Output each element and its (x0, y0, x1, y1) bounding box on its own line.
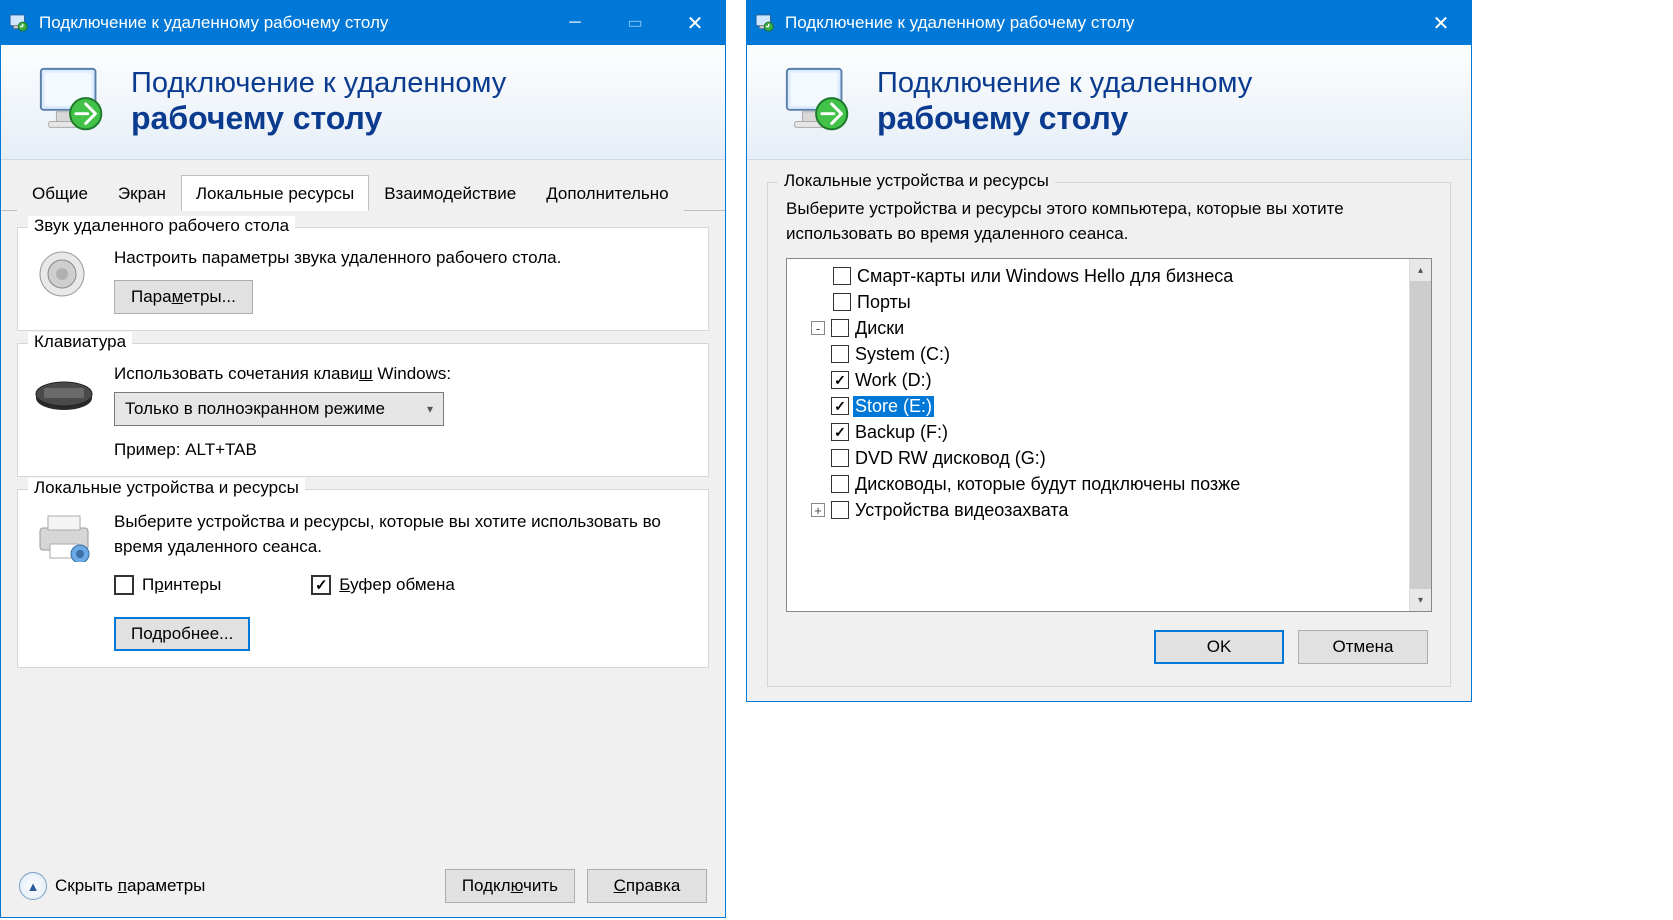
tree-item-label[interactable]: Устройства видеозахвата (853, 500, 1070, 521)
keyboard-combo-dropdown[interactable]: Только в полноэкранном режиме ▾ (114, 392, 444, 426)
printers-checkbox[interactable]: Принтеры (114, 575, 221, 595)
scroll-down-icon[interactable]: ▾ (1410, 589, 1431, 611)
minimize-button[interactable]: ─ (545, 1, 605, 45)
footer: ▲ Скрыть параметры Подключить Справка (1, 855, 725, 917)
tree-item[interactable]: ✓Work (D:) (793, 367, 1403, 393)
checkbox-icon[interactable] (831, 449, 849, 467)
tab-advanced[interactable]: Дополнительно (531, 175, 683, 211)
group-local-devices: Локальные устройства и ресурсы Выберите … (17, 489, 709, 668)
checkbox-icon[interactable]: ✓ (831, 423, 849, 441)
scroll-thumb[interactable] (1410, 281, 1431, 589)
title-text: Подключение к удаленному рабочему столу (39, 13, 545, 33)
keyboard-desc: Использовать сочетания клавиш Windows: (114, 364, 694, 384)
rdp-icon (35, 63, 113, 141)
keyboard-example: Пример: ALT+TAB (114, 440, 694, 460)
checkbox-icon (114, 575, 134, 595)
scroll-up-icon[interactable]: ▴ (1410, 259, 1431, 281)
checkbox-icon[interactable]: ✓ (831, 371, 849, 389)
checkbox-icon[interactable] (833, 267, 851, 285)
tree-item[interactable]: Дисководы, которые будут подключены позж… (793, 471, 1403, 497)
speaker-icon (32, 248, 96, 300)
checkbox-icon[interactable]: ✓ (831, 397, 849, 415)
rdp-devices-dialog: Подключение к удаленному рабочему столу … (746, 0, 1472, 702)
collapse-toggle-icon[interactable]: ▲ (19, 872, 47, 900)
tree-item[interactable]: + Устройства видеозахвата (793, 497, 1403, 523)
group-keyboard: Клавиатура Использовать сочетания клавиш… (17, 343, 709, 477)
dialog-body: Локальные устройства и ресурсы Выберите … (747, 160, 1471, 701)
rdp-main-window: Подключение к удаленному рабочему столу … (0, 0, 726, 918)
audio-desc: Настроить параметры звука удаленного раб… (114, 248, 694, 268)
app-icon (9, 14, 31, 32)
tree-item[interactable]: ✓Store (E:) (793, 393, 1403, 419)
banner-text: Подключение к удаленному рабочему столу (131, 67, 506, 137)
more-devices-button[interactable]: Подробнее... (114, 617, 250, 651)
tab-local-resources[interactable]: Локальные ресурсы (181, 175, 369, 211)
maximize-button[interactable]: ▭ (605, 1, 665, 45)
keyboard-icon (32, 364, 96, 416)
group-audio: Звук удаленного рабочего стола Настроить… (17, 227, 709, 331)
devices-group: Локальные устройства и ресурсы Выберите … (767, 182, 1451, 687)
clipboard-checkbox[interactable]: ✓ Буфер обмена (311, 575, 455, 595)
expand-icon[interactable]: + (811, 503, 825, 517)
tree-item[interactable]: - Диски (793, 315, 1403, 341)
tree-item-label[interactable]: System (C:) (853, 344, 952, 365)
tree-item-label[interactable]: Backup (F:) (853, 422, 950, 443)
group-desc: Выберите устройства и ресурсы этого комп… (786, 197, 1432, 246)
tabs: Общие Экран Локальные ресурсы Взаимодейс… (1, 160, 725, 211)
tab-body: Звук удаленного рабочего стола Настроить… (1, 211, 725, 855)
tab-experience[interactable]: Взаимодействие (369, 175, 531, 211)
audio-settings-button[interactable]: Параметры... (114, 280, 253, 314)
printer-icon (32, 510, 96, 562)
hide-options-link[interactable]: Скрыть параметры (55, 876, 205, 896)
banner: Подключение к удаленному рабочему столу (747, 45, 1471, 160)
device-tree: Смарт-карты или Windows Hello для бизнес… (786, 258, 1432, 612)
scrollbar[interactable]: ▴ ▾ (1409, 259, 1431, 611)
title-text: Подключение к удаленному рабочему столу (785, 13, 1411, 33)
connect-button[interactable]: Подключить (445, 869, 575, 903)
tree-item-label[interactable]: Store (E:) (853, 396, 934, 417)
tree-item-label[interactable]: Work (D:) (853, 370, 934, 391)
chevron-down-icon: ▾ (427, 402, 433, 416)
checkbox-icon[interactable] (833, 293, 851, 311)
tab-general[interactable]: Общие (17, 175, 103, 211)
tree-item-label[interactable]: Диски (853, 318, 906, 339)
titlebar[interactable]: Подключение к удаленному рабочему столу … (747, 1, 1471, 45)
checkbox-icon[interactable] (831, 345, 849, 363)
tab-display[interactable]: Экран (103, 175, 181, 211)
tree-item[interactable]: DVD RW дисковод (G:) (793, 445, 1403, 471)
checkbox-icon[interactable] (831, 475, 849, 493)
local-desc: Выберите устройства и ресурсы, которые в… (114, 510, 694, 559)
dialog-footer: OK Отмена (786, 612, 1432, 668)
tree-item[interactable]: ✓Backup (F:) (793, 419, 1403, 445)
checkbox-icon[interactable] (831, 501, 849, 519)
tree-item[interactable]: Порты (793, 289, 1403, 315)
tree-item-label[interactable]: Смарт-карты или Windows Hello для бизнес… (855, 266, 1235, 287)
close-button[interactable]: ✕ (665, 1, 725, 45)
help-button[interactable]: Справка (587, 869, 707, 903)
tree-item-label[interactable]: Дисководы, которые будут подключены позж… (853, 474, 1242, 495)
banner-text: Подключение к удаленному рабочему столу (877, 67, 1252, 137)
close-button[interactable]: ✕ (1411, 1, 1471, 45)
collapse-icon[interactable]: - (811, 321, 825, 335)
tree-item[interactable]: System (C:) (793, 341, 1403, 367)
app-icon (755, 14, 777, 32)
checkbox-icon[interactable] (831, 319, 849, 337)
banner: Подключение к удаленному рабочему столу (1, 45, 725, 160)
rdp-icon (781, 63, 859, 141)
tree-item-label[interactable]: Порты (855, 292, 913, 313)
ok-button[interactable]: OK (1154, 630, 1284, 664)
tree-item-label[interactable]: DVD RW дисковод (G:) (853, 448, 1048, 469)
checkbox-icon: ✓ (311, 575, 331, 595)
cancel-button[interactable]: Отмена (1298, 630, 1428, 664)
group-title: Локальные устройства и ресурсы (778, 171, 1055, 191)
tree-item[interactable]: Смарт-карты или Windows Hello для бизнес… (793, 263, 1403, 289)
titlebar[interactable]: Подключение к удаленному рабочему столу … (1, 1, 725, 45)
